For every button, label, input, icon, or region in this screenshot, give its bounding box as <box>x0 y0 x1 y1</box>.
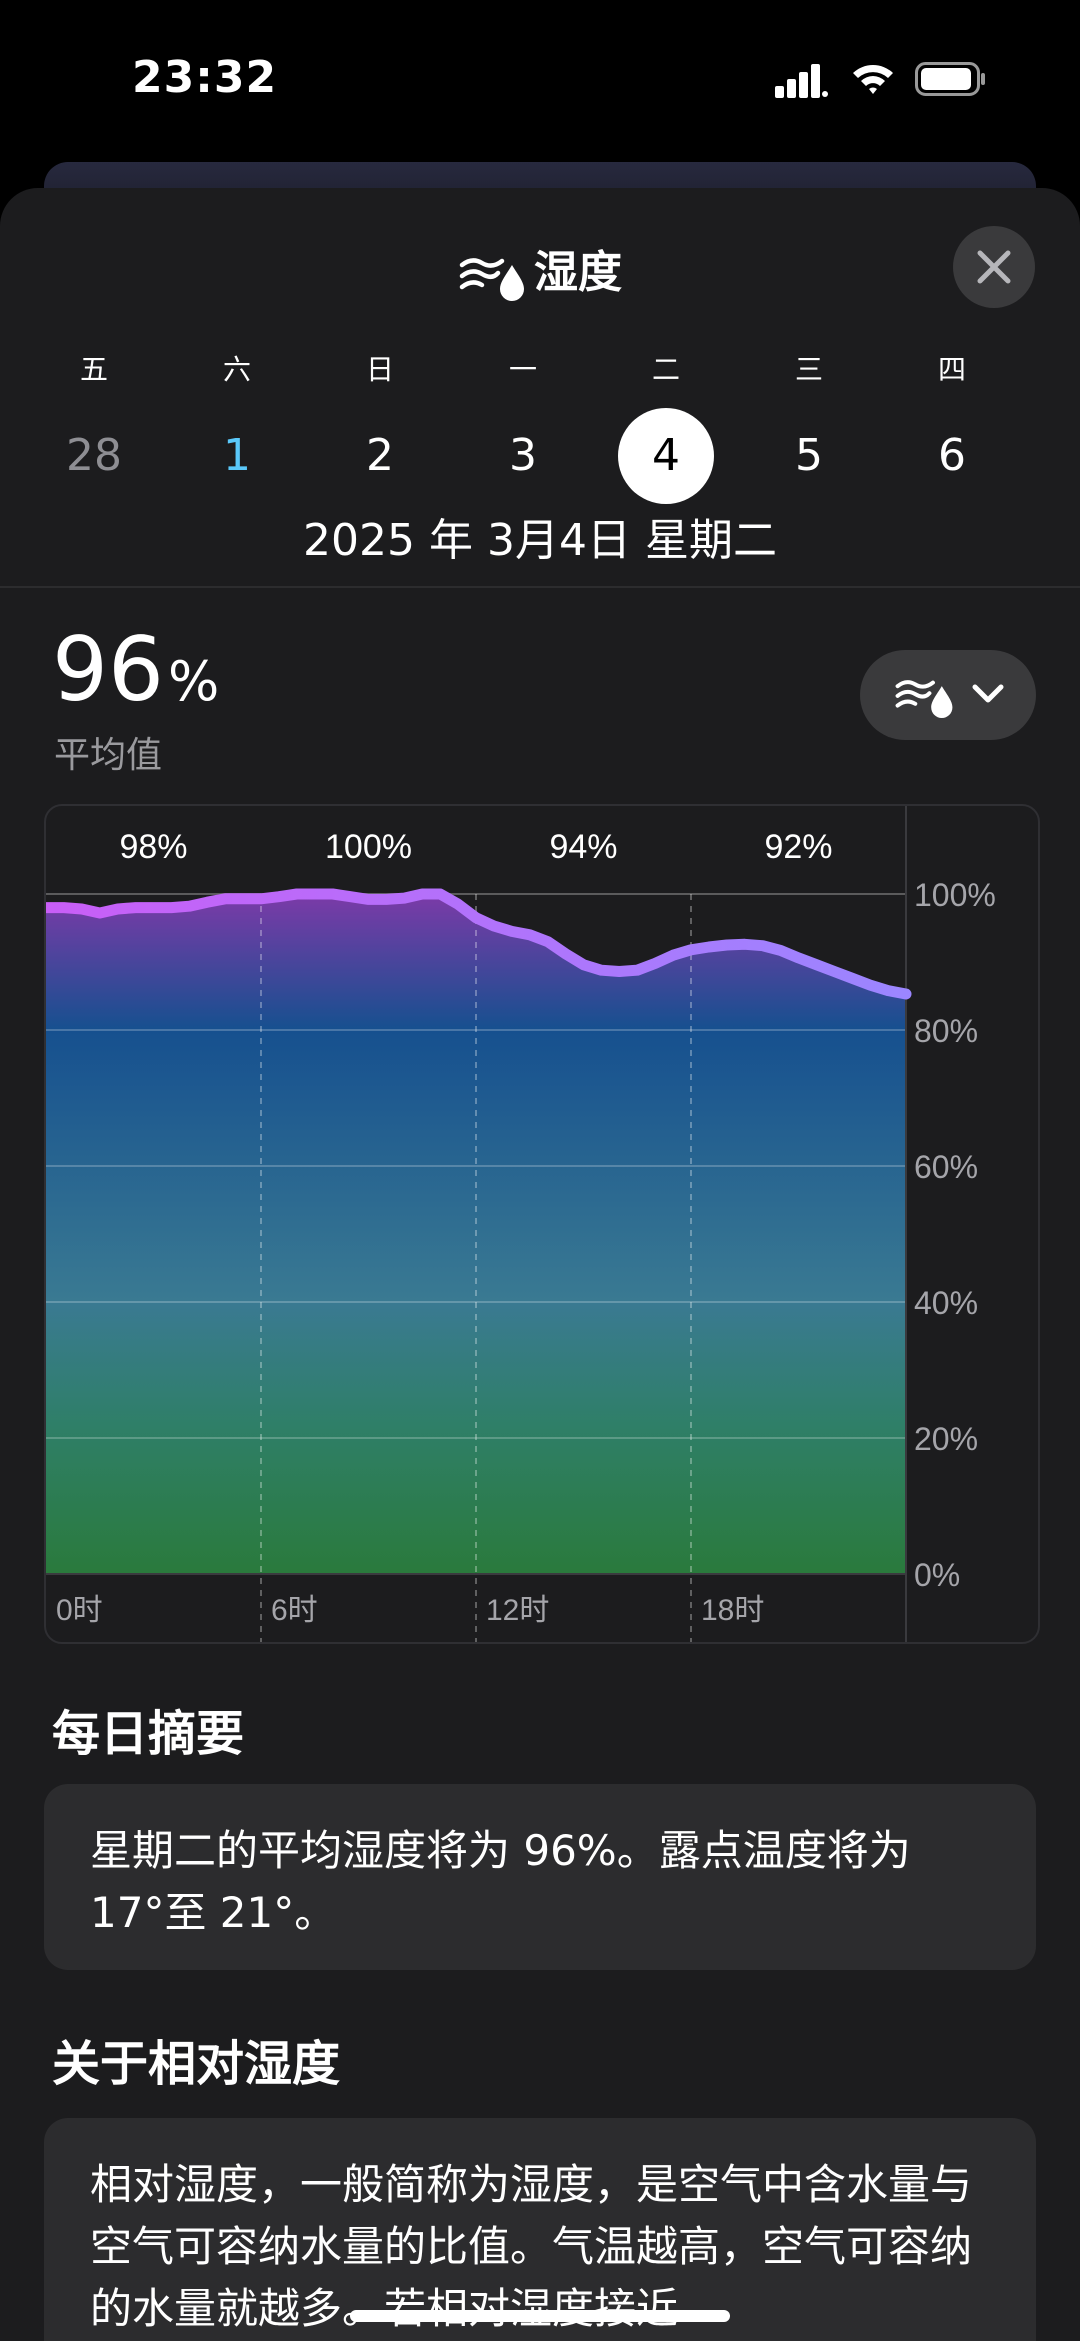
value-unit: % <box>167 650 220 713</box>
day-item[interactable]: 日 2 <box>325 348 435 504</box>
x-tick-label: 6时 <box>271 1594 318 1627</box>
about-humidity-text: 相对湿度，一般简称为湿度，是空气中含水量与空气可容纳水量的比值。气温越高，空气可… <box>90 2160 973 2333</box>
period-average-label: 98% <box>119 828 187 866</box>
wifi-icon <box>853 65 893 94</box>
about-humidity-heading: 关于相对湿度 <box>52 2036 341 2092</box>
weekday-label: 二 <box>651 353 680 386</box>
humidity-chart-svg: 100% 80% 60% 40% 20% 0% 98% 100% 94% 92% 0时 6时 12时 18… <box>46 806 996 1642</box>
daily-summary-heading: 每日摘要 <box>52 1706 245 1762</box>
divider <box>0 586 1080 588</box>
period-average-label: 100% <box>325 828 412 866</box>
sheet-title: 湿度 <box>0 236 1080 301</box>
average-label: 平均值 <box>54 735 163 776</box>
humidity-sheet: 湿度 五 28 六 1 日 2 一 3 二 4 三 5 四 6 2025 年 3… <box>0 188 1080 2341</box>
date-number: 1 <box>223 430 251 481</box>
status-bar: 23:32 <box>0 0 1080 150</box>
period-average-label: 94% <box>549 828 617 866</box>
average-humidity-value: 96% <box>52 618 219 721</box>
day-item[interactable]: 三 5 <box>754 348 864 504</box>
daily-summary-card: 星期二的平均湿度将为 96%。露点温度将为 17°至 21°。 <box>44 1784 1036 1970</box>
cellular-signal-icon <box>775 64 828 98</box>
y-tick-label: 80% <box>914 1013 978 1049</box>
battery-icon <box>915 62 985 96</box>
weekday-label: 五 <box>79 353 108 386</box>
home-indicator[interactable] <box>350 2310 730 2322</box>
about-humidity-card: 相对湿度，一般简称为湿度，是空气中含水量与空气可容纳水量的比值。气温越高，空气可… <box>44 2118 1036 2341</box>
day-item-selected[interactable]: 二 4 <box>611 348 721 504</box>
y-tick-label: 100% <box>914 877 996 913</box>
y-tick-label: 60% <box>914 1149 978 1185</box>
x-tick-label: 0时 <box>56 1594 103 1627</box>
sheet-title-text: 湿度 <box>534 247 622 298</box>
x-tick-label: 18时 <box>701 1594 764 1627</box>
value-number: 96 <box>52 618 164 721</box>
date-number: 4 <box>618 408 714 504</box>
date-number: 5 <box>795 430 823 481</box>
day-item[interactable]: 一 3 <box>468 348 578 504</box>
y-tick-label: 0% <box>914 1557 960 1593</box>
day-item[interactable]: 五 28 <box>39 348 149 504</box>
weekday-label: 六 <box>222 353 251 386</box>
day-item[interactable]: 六 1 <box>182 348 292 504</box>
metric-selector-button[interactable] <box>860 650 1036 740</box>
humidity-icon <box>459 258 524 301</box>
humidity-icon <box>895 680 953 718</box>
x-tick-label: 12时 <box>486 1594 549 1627</box>
humidity-chart: 100% 80% 60% 40% 20% 0% 98% 100% 94% 92% 0时 6时 12时 18… <box>44 804 1040 1644</box>
week-day-selector: 五 28 六 1 日 2 一 3 二 4 三 5 四 6 <box>0 348 1080 508</box>
chevron-down-icon <box>972 684 1004 703</box>
day-item[interactable]: 四 6 <box>897 348 1007 504</box>
period-average-label: 92% <box>764 828 832 866</box>
weekday-label: 四 <box>937 353 966 386</box>
selected-date: 2025 年 3月4日 星期二 <box>303 515 777 566</box>
close-icon <box>977 250 1011 284</box>
daily-summary-text: 星期二的平均湿度将为 96%。露点温度将为 17°至 21°。 <box>90 1826 911 1937</box>
weekday-label: 日 <box>365 353 394 386</box>
y-tick-label: 20% <box>914 1421 978 1457</box>
date-number: 2 <box>366 430 394 481</box>
date-number: 3 <box>509 430 537 481</box>
date-number: 6 <box>938 430 966 481</box>
weekday-label: 三 <box>794 353 823 386</box>
status-time: 23:32 <box>132 52 278 103</box>
date-number: 28 <box>66 430 122 481</box>
weekday-label: 一 <box>508 353 537 386</box>
close-button[interactable] <box>953 226 1035 308</box>
y-tick-label: 40% <box>914 1285 978 1321</box>
